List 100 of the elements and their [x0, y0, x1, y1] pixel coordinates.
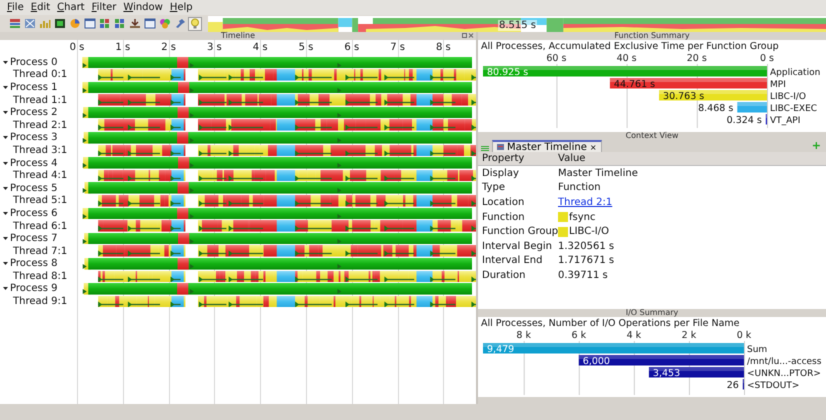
- matrix-icon[interactable]: [113, 16, 127, 30]
- axis-label: 8 s: [436, 42, 451, 53]
- property-name: Type: [481, 182, 506, 194]
- row-label: Thread 9:1: [13, 296, 68, 308]
- row-label: Process 0: [10, 56, 58, 68]
- axis-label: 8 k: [516, 330, 532, 341]
- expand-arrow-icon[interactable]: [3, 186, 8, 191]
- process-trace-drawing[interactable]: [80, 208, 472, 220]
- row-label: Process 3: [10, 132, 58, 144]
- window-icon[interactable]: [83, 16, 97, 30]
- process-trace-drawing[interactable]: [80, 132, 472, 144]
- axis-label: 0 k: [736, 330, 752, 341]
- column-header: Property: [481, 153, 526, 164]
- window-icon[interactable]: [143, 16, 157, 30]
- expand-arrow-icon[interactable]: [3, 135, 8, 140]
- timeline-icon[interactable]: [8, 16, 22, 30]
- property-value: Master Timeline: [558, 168, 638, 179]
- axis-label: 2 k: [682, 330, 696, 341]
- row-label: Process 2: [10, 107, 58, 118]
- category-label: LIBC-I/O: [770, 92, 806, 102]
- axis-label: 3 s: [207, 42, 222, 53]
- download-icon[interactable]: [128, 16, 142, 30]
- row-label: Process 7: [10, 233, 58, 244]
- process-trace-drawing[interactable]: [80, 157, 472, 169]
- row-label: Thread 4:1: [13, 170, 68, 182]
- row-label: Thread 6:1: [13, 220, 68, 232]
- process-trace-drawing[interactable]: [80, 232, 472, 244]
- process-trace-drawing[interactable]: [80, 56, 472, 68]
- window-icon: [497, 144, 504, 150]
- row-label: Thread 2:1: [13, 120, 68, 131]
- expand-arrow-icon[interactable]: [3, 160, 8, 166]
- process-trace-drawing[interactable]: [80, 258, 472, 270]
- expand-arrow-icon[interactable]: [3, 210, 8, 216]
- lightbulb-icon[interactable]: [188, 16, 202, 30]
- value-label: 9,479: [487, 344, 514, 355]
- panel-controls-icon[interactable]: [462, 33, 474, 39]
- category-label: VT_API: [770, 116, 800, 126]
- menu-item[interactable]: Chart: [57, 2, 85, 13]
- category-label: /mnt/lu...-access: [747, 357, 822, 367]
- axis-label: 0 s: [760, 53, 774, 64]
- property-name: Duration: [481, 270, 526, 281]
- chart-icon[interactable]: [53, 16, 67, 30]
- menu-item[interactable]: Window: [123, 2, 163, 13]
- chart-title: All Processes, Number of I/O Operations per File Name: [480, 317, 741, 329]
- menu-item[interactable]: Edit: [30, 2, 50, 13]
- chart-title: All Processes, Accumulated Exclusive Time per Function Group: [480, 40, 780, 52]
- category-label: Sum: [747, 345, 768, 355]
- row-label: Process 4: [10, 158, 58, 169]
- axis-label: 4 s: [252, 42, 268, 53]
- row-label: Thread 5:1: [13, 195, 68, 206]
- axis-label: 5 s: [298, 42, 314, 53]
- menu-item[interactable]: Help: [170, 2, 193, 13]
- process-trace-drawing[interactable]: [80, 106, 472, 118]
- axis-label: 7 s: [390, 42, 405, 53]
- property-value: 1.320561 s: [558, 240, 614, 252]
- overview-time: 8.515 s: [498, 20, 538, 30]
- expand-arrow-icon[interactable]: [3, 60, 8, 65]
- value-label: 3,453: [652, 368, 680, 379]
- process-trace-drawing[interactable]: [80, 283, 472, 295]
- axis-label: 40 s: [616, 53, 637, 64]
- row-label: Process 1: [10, 82, 58, 93]
- axis-label: 60 s: [546, 53, 566, 64]
- matrix-icon[interactable]: [98, 16, 112, 30]
- category-label: <UNKN...PTOR>: [747, 369, 821, 379]
- expand-arrow-icon[interactable]: [3, 110, 8, 116]
- expand-arrow-icon[interactable]: [3, 236, 8, 242]
- row-label: Process 5: [10, 182, 58, 194]
- row-label: Process 9: [10, 283, 58, 294]
- value-label: 80.925 s: [487, 67, 528, 78]
- value-label: 0.324 s: [726, 115, 762, 126]
- menu-item[interactable]: Filter: [92, 2, 116, 13]
- row-label: Thread 8:1: [13, 270, 68, 282]
- column-header: Value: [557, 153, 586, 164]
- menu-item[interactable]: File: [7, 2, 24, 13]
- process-trace-drawing[interactable]: [80, 182, 472, 194]
- row-label: Thread 0:1: [13, 69, 68, 80]
- palette-icon[interactable]: [158, 16, 172, 30]
- category-label: Application: [770, 68, 820, 78]
- axis-label: 6 k: [572, 330, 586, 341]
- value-label: 44.761 s: [614, 79, 656, 90]
- row-label: Process 8: [10, 258, 58, 270]
- property-name: Interval Begin: [481, 240, 553, 252]
- expand-arrow-icon[interactable]: [3, 84, 8, 90]
- location-link[interactable]: Thread 2:1: [558, 196, 612, 208]
- property-value: Function: [558, 182, 601, 194]
- property-value: fsync: [569, 212, 596, 223]
- pie-chart-icon[interactable]: [68, 16, 82, 30]
- axis-label: 6 s: [344, 42, 360, 53]
- property-name: Display: [481, 168, 520, 179]
- axis-label: 0 s: [70, 42, 84, 53]
- property-name: Interval End: [481, 255, 544, 266]
- category-label: MPI: [770, 80, 786, 90]
- expand-arrow-icon[interactable]: [3, 286, 8, 292]
- expand-arrow-icon[interactable]: [3, 261, 8, 266]
- tab[interactable]: Master Timeline ×: [492, 140, 602, 152]
- row-label: Thread 7:1: [13, 246, 68, 257]
- process-trace-drawing[interactable]: [80, 82, 472, 94]
- property-name: Function: [481, 212, 526, 223]
- property-value: 1.717671 s: [558, 255, 614, 266]
- close-icon[interactable]: ×: [590, 142, 597, 152]
